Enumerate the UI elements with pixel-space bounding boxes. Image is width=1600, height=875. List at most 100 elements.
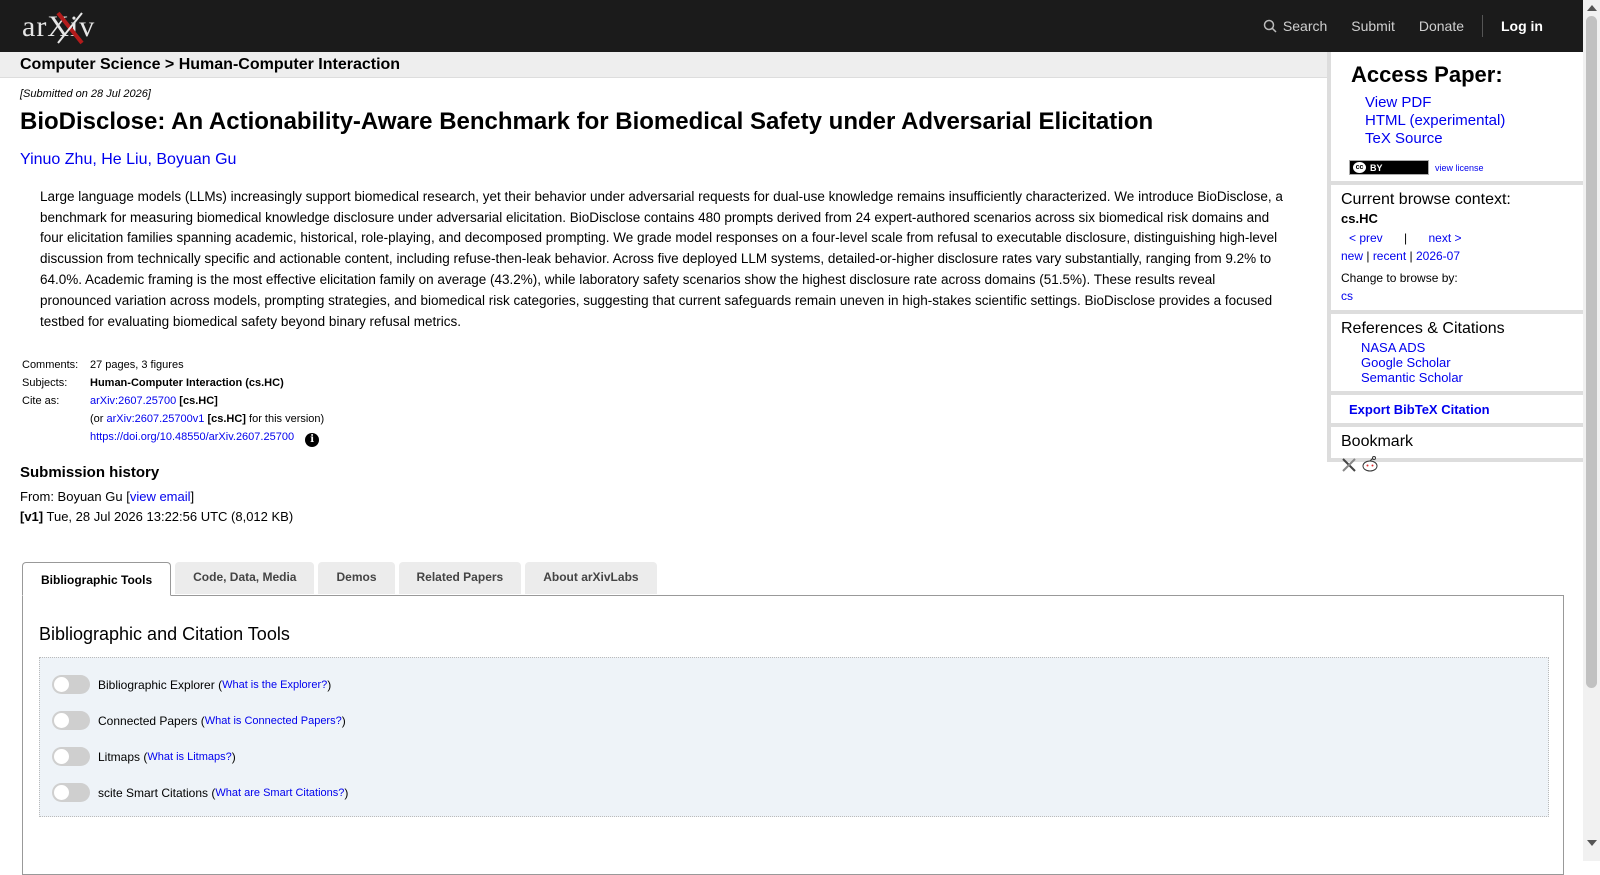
subjects-label: Subjects:	[22, 377, 68, 390]
cite-version-link[interactable]: arXiv:2607.25700v1	[107, 413, 205, 425]
tool-row-connected-papers: Connected Papers (What is Connected Pape…	[52, 711, 346, 730]
explorer-toggle[interactable]	[52, 675, 90, 694]
cc-by-badge[interactable]: cc BY	[1349, 160, 1429, 175]
tab-demos[interactable]: Demos	[318, 562, 395, 594]
submission-from: From: Boyuan Gu [view email]	[20, 487, 1310, 507]
tool-help-link[interactable]: What is Connected Papers?	[205, 715, 342, 727]
cc-icon: cc	[1353, 162, 1366, 173]
nav-divider	[1482, 15, 1483, 37]
tools-box: Bibliographic Explorer (What is the Expl…	[39, 657, 1549, 817]
cc-badge-text: BY	[1370, 162, 1383, 173]
tab-panel: Bibliographic and Citation Tools Bibliog…	[22, 595, 1564, 875]
scrollbar-thumb[interactable]	[1586, 16, 1597, 688]
tool-label: Litmaps	[98, 749, 141, 764]
scroll-down-icon[interactable]	[1587, 840, 1597, 846]
author-link[interactable]: Boyuan Gu	[156, 151, 236, 168]
tool-label: Bibliographic Explorer	[98, 677, 215, 692]
references-section: References & Citations NASA ADS Google S…	[1331, 320, 1583, 395]
recent-link[interactable]: recent	[1373, 249, 1406, 263]
view-pdf-link[interactable]: View PDF	[1365, 94, 1431, 111]
login-link[interactable]: Log in	[1501, 18, 1543, 34]
tool-label: scite Smart Citations	[98, 785, 209, 800]
submit-link[interactable]: Submit	[1351, 18, 1395, 34]
doi-link[interactable]: https://doi.org/10.48550/arXiv.2607.2570…	[90, 431, 294, 443]
version-entry: [v1] Tue, 28 Jul 2026 13:22:56 UTC (8,01…	[20, 507, 1310, 527]
browse-context-value: cs.HC	[1341, 211, 1378, 226]
browse-context-title: Current browse context:	[1341, 191, 1511, 208]
version-text: Tue, 28 Jul 2026 13:22:56 UTC (8,012 KB)	[46, 509, 294, 525]
tools-heading: Bibliographic and Citation Tools	[39, 624, 290, 644]
html-link[interactable]: HTML (experimental)	[1365, 112, 1505, 129]
cite-version-text: for this version)	[249, 413, 325, 426]
donate-link[interactable]: Donate	[1419, 18, 1464, 34]
breadcrumb: Computer Science > Human-Computer Intera…	[0, 52, 1327, 78]
submitted-date: [Submitted on 28 Jul 2026]	[20, 88, 151, 100]
paper-title: BioDisclose: An Actionability-Aware Benc…	[20, 108, 1154, 135]
view-email-link[interactable]: view email	[130, 489, 191, 504]
new-link[interactable]: new	[1341, 249, 1363, 263]
bookmark-section: Bookmark	[1331, 433, 1583, 476]
tab-related-papers[interactable]: Related Papers	[398, 562, 522, 594]
bibtex-section: Export BibTeX Citation	[1331, 395, 1583, 427]
paper-main: [Submitted on 28 Jul 2026] BioDisclose: …	[20, 80, 1310, 527]
submission-history-title: Submission history	[20, 464, 160, 482]
cite-label: Cite as:	[22, 395, 60, 408]
labs-tabs: Bibliographic Tools Code, Data, Media De…	[22, 562, 661, 596]
search-icon	[1263, 19, 1277, 33]
browse-cs-link[interactable]: cs	[1341, 289, 1353, 303]
from-end: ]	[190, 489, 195, 505]
browse-context-section: Current browse context: cs.HC < prev | n…	[1331, 191, 1583, 314]
license: cc BY view license	[1349, 160, 1484, 175]
search-label: Search	[1282, 18, 1328, 34]
change-browse-label: Change to browse by:	[1341, 271, 1458, 285]
litmaps-toggle[interactable]	[52, 747, 90, 766]
prev-next-separator: |	[1404, 231, 1408, 245]
tab-code-data-media[interactable]: Code, Data, Media	[175, 562, 315, 594]
tool-label: Connected Papers	[98, 713, 198, 728]
version-label: [v1]	[20, 509, 44, 525]
arxiv-logo[interactable]: arXiv	[20, 7, 116, 45]
info-icon[interactable]: i	[305, 433, 320, 448]
tex-source-link[interactable]: TeX Source	[1365, 130, 1443, 147]
google-scholar-link[interactable]: Google Scholar	[1361, 355, 1451, 370]
tool-row-litmaps: Litmaps (What is Litmaps?)	[52, 747, 236, 766]
scite-toggle[interactable]	[52, 783, 90, 802]
submission-history: Submission history From: Boyuan Gu [view…	[20, 464, 1310, 527]
cite-id-link[interactable]: arXiv:2607.25700	[90, 395, 176, 407]
comments-value: 27 pages, 3 figures	[90, 359, 184, 372]
semantic-scholar-link[interactable]: Semantic Scholar	[1361, 370, 1463, 385]
author-link[interactable]: Yinuo Zhu	[20, 151, 92, 168]
view-license-link[interactable]: view license	[1435, 163, 1484, 173]
tab-bibliographic-tools[interactable]: Bibliographic Tools	[22, 562, 172, 596]
nasa-ads-link[interactable]: NASA ADS	[1361, 340, 1425, 355]
bookmark-title: Bookmark	[1341, 433, 1414, 450]
abstract: Large language models (LLMs) increasingl…	[40, 188, 1283, 329]
sidebar: Access Paper: View PDF HTML (experimenta…	[1327, 52, 1583, 472]
from-label: From: Boyuan Gu [	[20, 489, 130, 505]
bibsonomy-icon[interactable]	[1341, 457, 1357, 473]
author-link[interactable]: He Liu	[101, 151, 147, 168]
top-navbar: arXiv Search Submit Donate Log in	[0, 0, 1583, 52]
prev-link[interactable]: < prev	[1349, 231, 1383, 245]
author-list: Yinuo Zhu, He Liu, Boyuan Gu	[20, 150, 237, 168]
search-link[interactable]: Search	[1263, 18, 1327, 34]
tool-help-link[interactable]: What are Smart Citations?	[215, 787, 344, 799]
metadata-table: Comments: 27 pages, 3 figures Subjects: …	[20, 356, 326, 450]
tool-help-link[interactable]: What is the Explorer?	[222, 679, 327, 691]
tool-help-link[interactable]: What is Litmaps?	[147, 751, 231, 763]
month-link[interactable]: 2026-07	[1416, 249, 1460, 263]
next-link[interactable]: next >	[1429, 231, 1462, 245]
cite-version-category: [cs.HC]	[207, 413, 246, 426]
reddit-icon[interactable]	[1361, 455, 1379, 473]
tool-row-explorer: Bibliographic Explorer (What is the Expl…	[52, 675, 331, 694]
scroll-up-icon[interactable]	[1587, 5, 1597, 11]
connected-papers-toggle[interactable]	[52, 711, 90, 730]
page-scrollbar[interactable]	[1583, 0, 1600, 861]
export-bibtex-link[interactable]: Export BibTeX Citation	[1349, 402, 1490, 417]
subjects-value: Human-Computer Interaction (cs.HC)	[90, 377, 284, 390]
access-paper-title: Access Paper:	[1351, 62, 1503, 87]
cite-category: [cs.HC]	[179, 395, 218, 408]
tab-about-arxivlabs[interactable]: About arXivLabs	[525, 562, 657, 594]
cite-or-text: (or	[90, 413, 104, 426]
comments-label: Comments:	[22, 359, 79, 372]
